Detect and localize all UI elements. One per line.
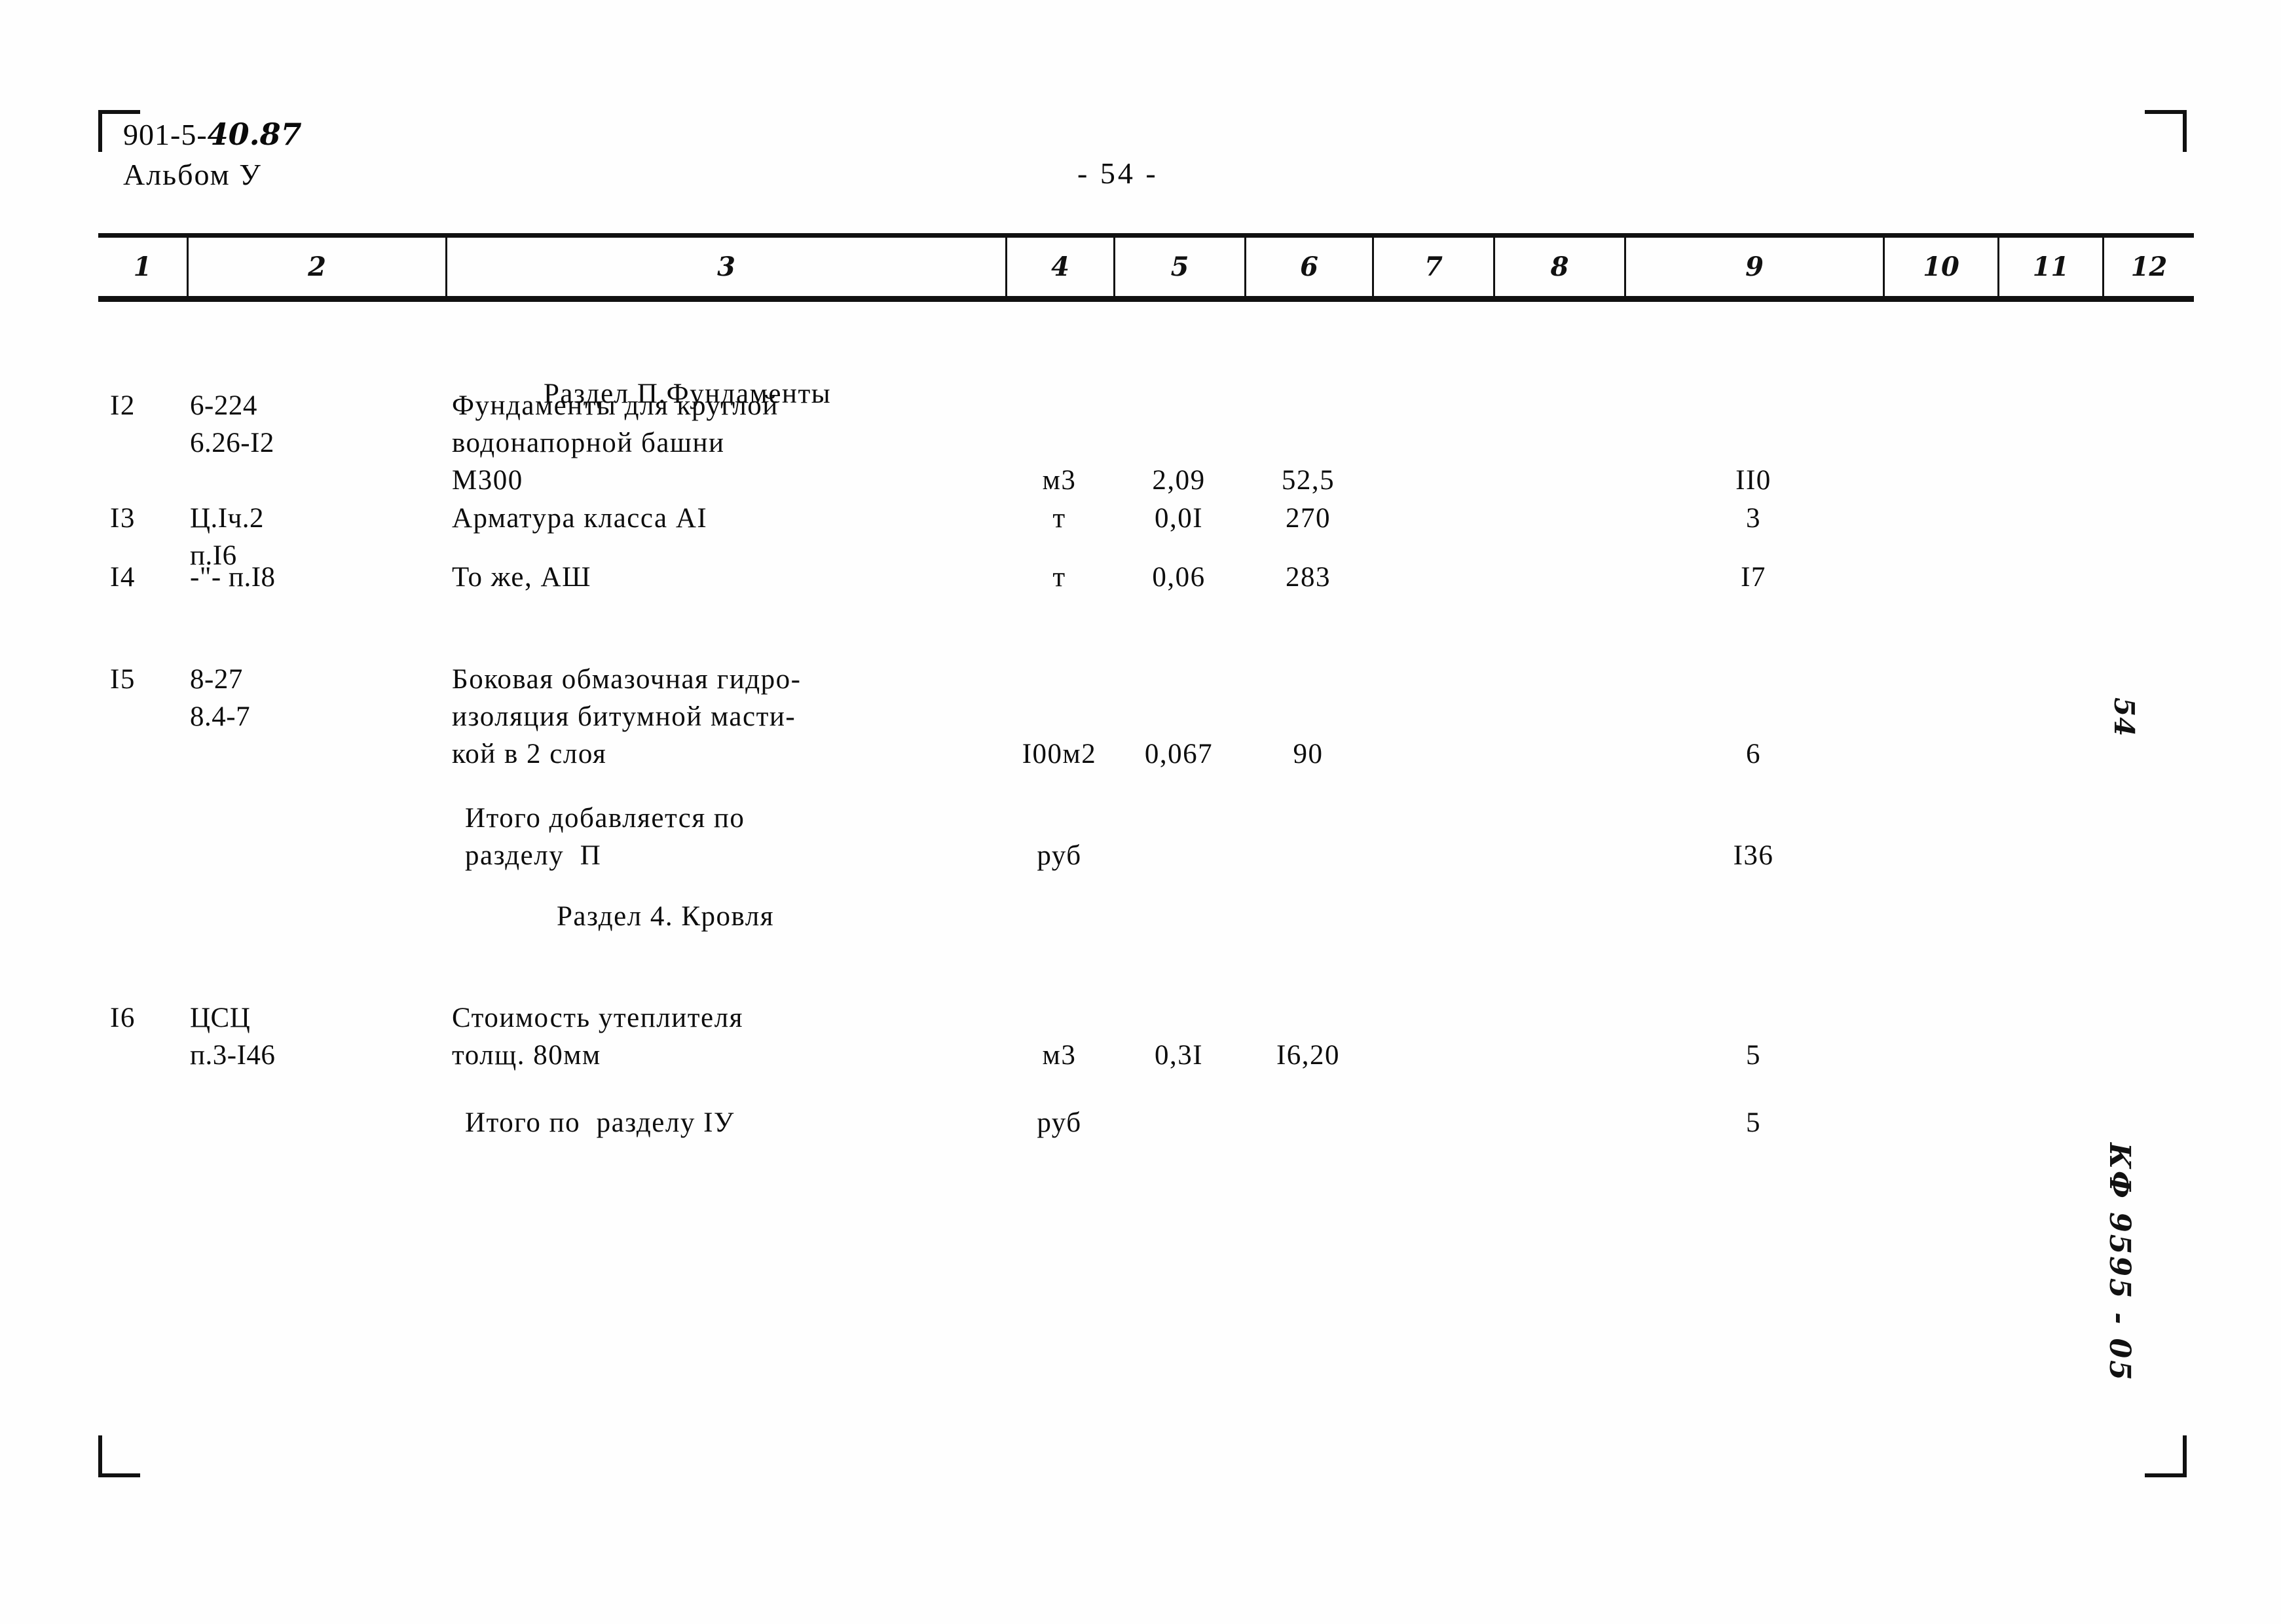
page-number: - 54 - — [1077, 157, 1159, 190]
total-cost-value: 6 — [1746, 739, 1761, 769]
work-description: Боковая обмазочная гидро- изоляция битум… — [452, 664, 802, 769]
table-body: Раздел П.Фундаменты I2 6-224 6.26-I2 Фундам… — [98, 302, 2194, 1546]
document-code-handwritten: 40.87 — [207, 117, 302, 152]
quantity-value: 0,0I — [1154, 503, 1204, 534]
total-cost-value: I7 — [1741, 562, 1766, 593]
quantity-value: 2,09 — [1152, 465, 1206, 496]
norm-code: 6-224 6.26-I2 — [190, 390, 274, 458]
work-description: То же, АШ — [452, 562, 591, 593]
column-header-12: 12 — [2102, 238, 2194, 296]
work-description: Арматура класса АI — [452, 503, 708, 534]
row-number: I2 — [110, 390, 136, 421]
unit-of-measure: т — [1052, 562, 1066, 593]
table-header-bottom-rule — [98, 296, 2194, 302]
row-number: I3 — [110, 503, 136, 534]
work-description: Фундаменты для круглой водонапорной башн… — [452, 390, 779, 496]
column-header-8: 8 — [1493, 238, 1624, 296]
quantity-value: 0,06 — [1152, 562, 1206, 593]
column-header-6: 6 — [1244, 238, 1372, 296]
norm-code: ЦСЦ п.3-I46 — [190, 1003, 276, 1071]
column-header-5: 5 — [1113, 238, 1244, 296]
column-header-4: 4 — [1005, 238, 1113, 296]
table-top-rule — [98, 233, 2194, 238]
crop-mark-top-right-icon — [2145, 110, 2187, 152]
quantity-value: 0,3I — [1154, 1040, 1204, 1071]
unit-price-value: 90 — [1293, 739, 1324, 769]
unit-of-measure: I00м2 — [1022, 739, 1097, 769]
work-description: Стоимость утеплителя толщ. 80мм — [452, 1003, 743, 1071]
unit-of-measure: м3 — [1042, 465, 1077, 496]
row-number: I6 — [110, 1003, 136, 1033]
row-number: I5 — [110, 664, 136, 695]
work-description: Итого добавляется по разделу П — [465, 803, 745, 871]
total-cost-value: I36 — [1733, 840, 1774, 871]
total-cost-value: 5 — [1746, 1107, 1761, 1138]
column-header-3: 3 — [445, 238, 1005, 296]
norm-code: -"- п.I8 — [190, 562, 276, 593]
quantity-value: 0,067 — [1144, 739, 1214, 769]
total-cost-value: II0 — [1735, 465, 1771, 496]
total-cost-value: 5 — [1746, 1040, 1761, 1071]
unit-price-value: 283 — [1286, 562, 1331, 593]
column-header-11: 11 — [1997, 238, 2102, 296]
column-header-7: 7 — [1372, 238, 1493, 296]
unit-price-value: I6,20 — [1276, 1040, 1341, 1071]
total-cost-value: 3 — [1746, 503, 1761, 534]
column-header-1: 1 — [133, 251, 152, 282]
document-code: 901-5-40.87 — [123, 117, 302, 152]
unit-of-measure: т — [1052, 503, 1066, 534]
table-column-header-row: 1 2 3 4 5 6 7 8 9 10 11 12 — [98, 238, 2194, 296]
document-code-prefix: 901-5- — [123, 118, 208, 151]
row-number: I4 — [110, 562, 136, 593]
column-header-9: 9 — [1624, 238, 1883, 296]
unit-of-measure: м3 — [1042, 1040, 1077, 1071]
section-title: Раздел 4. Кровля — [557, 901, 775, 932]
scanned-page: 901-5-40.87 Альбом У - 54 - 54 КФ 9595 -… — [0, 0, 2281, 1624]
work-description: Итого по разделу IУ — [465, 1107, 735, 1138]
unit-of-measure: руб — [1037, 1107, 1082, 1138]
column-header-10: 10 — [1883, 238, 1997, 296]
album-label: Альбом У — [123, 158, 262, 191]
unit-of-measure: руб — [1037, 840, 1082, 871]
unit-price-value: 270 — [1286, 503, 1331, 534]
norm-code: 8-27 8.4-7 — [190, 664, 251, 732]
column-header-2: 2 — [187, 238, 445, 296]
unit-price-value: 52,5 — [1281, 465, 1335, 496]
